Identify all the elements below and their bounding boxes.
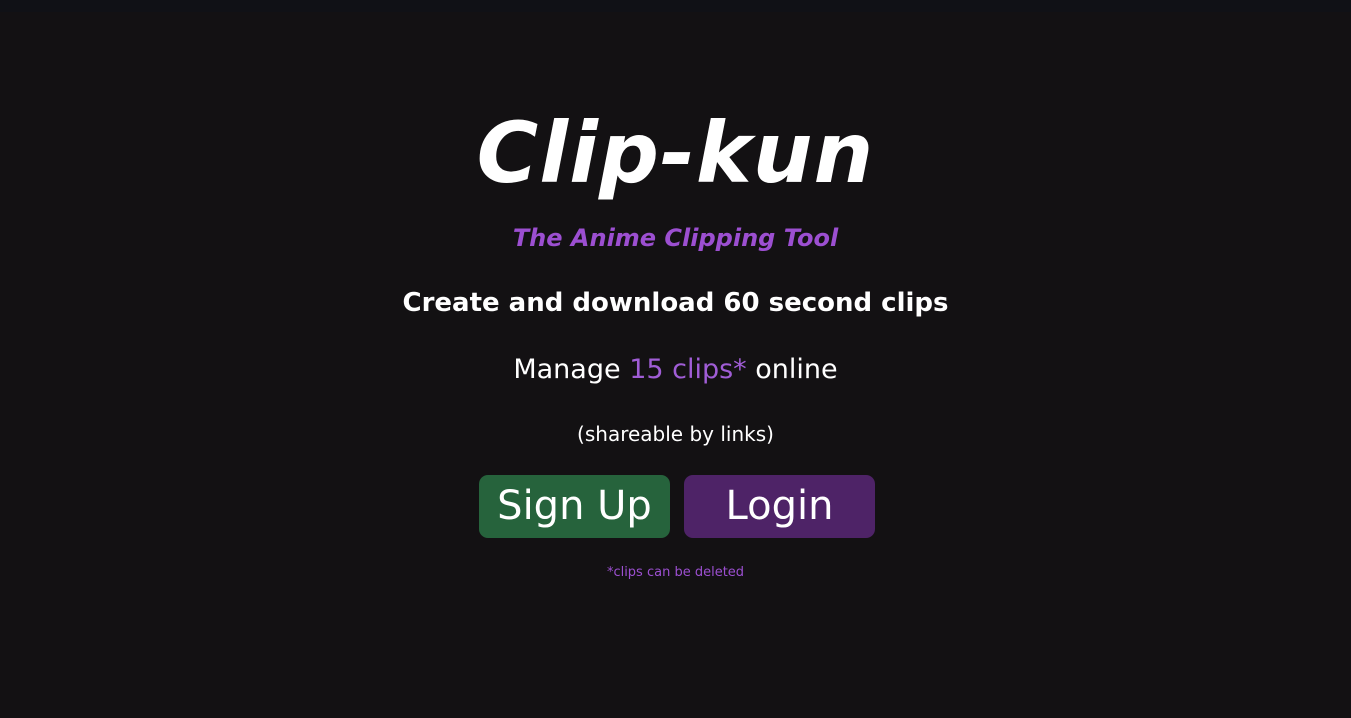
manage-suffix: online (746, 354, 838, 385)
feature-headline: Create and download 60 second clips (402, 288, 949, 318)
clips-footnote: *clips can be deleted (606, 565, 745, 580)
shareable-note: (shareable by links) (577, 422, 774, 446)
landing-hero: Clip-kun The Anime Clipping Tool Create … (0, 0, 1351, 718)
sign-up-button[interactable]: Sign Up (479, 475, 670, 538)
manage-clips-line: Manage 15 clips* online (0, 352, 1351, 388)
clip-limit-highlight: 15 clips* (629, 354, 747, 385)
manage-prefix: Manage (513, 354, 630, 385)
app-tagline: The Anime Clipping Tool (512, 224, 839, 252)
login-button[interactable]: Login (684, 475, 875, 538)
app-logo-title: Clip-kun (476, 104, 875, 202)
